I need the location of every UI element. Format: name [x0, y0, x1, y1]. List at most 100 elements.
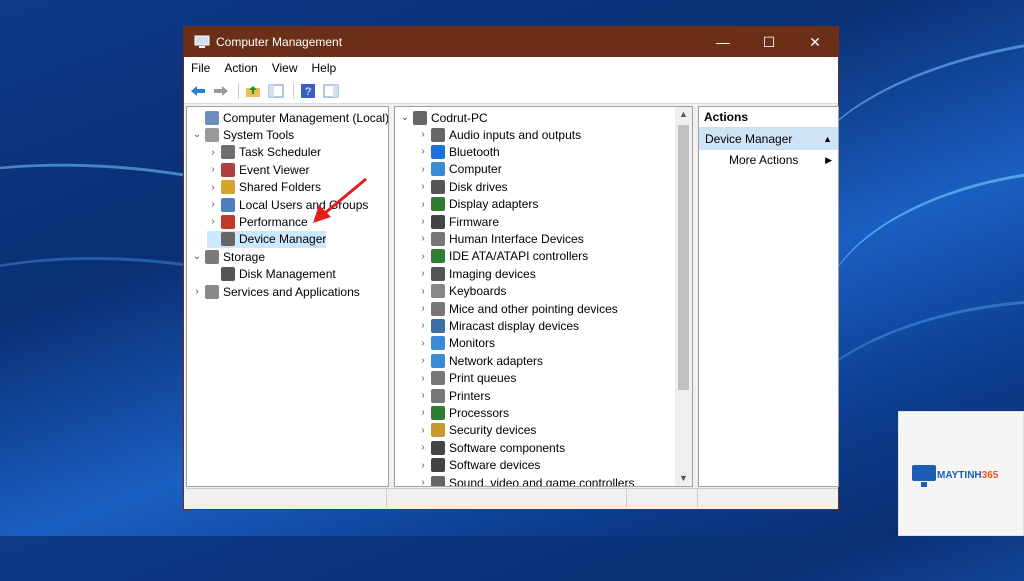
collapse-arrow-icon[interactable]: ⌄: [399, 112, 411, 123]
menu-help[interactable]: Help: [305, 61, 344, 75]
tree-item-services-and-applications[interactable]: › Services and Applications: [191, 283, 360, 300]
device-category-bluetooth[interactable]: › Bluetooth: [417, 143, 500, 160]
device-category-ide-ata-atapi-controllers[interactable]: › IDE ATA/ATAPI controllers: [417, 248, 588, 265]
device-category-icon: [431, 162, 445, 177]
actions-device-manager[interactable]: Device Manager ▲: [699, 128, 838, 150]
device-category-computer[interactable]: › Computer: [417, 161, 502, 178]
expand-arrow-icon[interactable]: ›: [417, 460, 429, 471]
menu-view[interactable]: View: [265, 61, 305, 75]
computer-management-window: Computer Management — ☐ ✕ File Action Vi…: [183, 26, 839, 510]
expand-arrow-icon[interactable]: ›: [417, 320, 429, 331]
expand-arrow-icon[interactable]: ›: [417, 338, 429, 349]
device-category-display-adapters[interactable]: › Display adapters: [417, 196, 538, 213]
expand-arrow-icon[interactable]: ›: [417, 129, 429, 140]
scrollbar-thumb[interactable]: [678, 125, 689, 390]
tree-item-device-manager[interactable]: Device Manager: [207, 230, 327, 248]
expand-arrow-icon[interactable]: ›: [417, 268, 429, 279]
device-category-label: Disk drives: [449, 179, 508, 194]
expand-arrow-icon[interactable]: ›: [417, 373, 429, 384]
back-button[interactable]: [188, 82, 208, 100]
device-category-firmware[interactable]: › Firmware: [417, 213, 499, 230]
window-title: Computer Management: [216, 35, 343, 49]
tree-item-task-scheduler[interactable]: › Task Scheduler: [207, 144, 321, 161]
minimize-button[interactable]: —: [700, 27, 746, 57]
vertical-scrollbar[interactable]: ▲ ▼: [675, 107, 692, 486]
device-category-miracast-display-devices[interactable]: › Miracast display devices: [417, 317, 579, 334]
expand-arrow-icon[interactable]: ⌄: [191, 251, 203, 262]
device-category-security-devices[interactable]: › Security devices: [417, 422, 536, 439]
expand-arrow-icon[interactable]: ›: [417, 355, 429, 366]
expand-arrow-icon[interactable]: ›: [417, 216, 429, 227]
menu-action[interactable]: Action: [217, 61, 264, 75]
help-button[interactable]: ?: [298, 82, 318, 100]
more-actions-item[interactable]: More Actions ▶: [699, 150, 838, 170]
device-category-network-adapters[interactable]: › Network adapters: [417, 352, 543, 369]
expand-arrow-icon[interactable]: ⌄: [191, 129, 203, 140]
device-category-audio-inputs-and-outputs[interactable]: › Audio inputs and outputs: [417, 126, 581, 143]
expand-arrow-icon[interactable]: ›: [417, 477, 429, 486]
expand-arrow-icon[interactable]: ›: [417, 199, 429, 210]
close-button[interactable]: ✕: [792, 27, 838, 57]
show-hide-tree-button[interactable]: [266, 82, 286, 100]
device-category-monitors[interactable]: › Monitors: [417, 335, 495, 352]
tree-item-system-tools[interactable]: ⌄ System Tools: [191, 126, 294, 143]
tree-item-performance[interactable]: › Performance: [207, 213, 308, 230]
expand-arrow-icon[interactable]: ›: [207, 199, 219, 210]
forward-arrow-icon: [214, 86, 228, 96]
tree-item-disk-management[interactable]: Disk Management: [207, 266, 336, 283]
expand-arrow-icon[interactable]: ›: [417, 407, 429, 418]
show-hide-action-pane-button[interactable]: [321, 82, 341, 100]
scroll-up-icon[interactable]: ▲: [679, 109, 688, 119]
tree-item-icon: [205, 110, 219, 125]
submenu-arrow-icon: ▶: [825, 155, 832, 165]
toolbar: ?: [184, 79, 838, 104]
collapse-up-icon[interactable]: ▲: [823, 128, 832, 150]
device-category-software-components[interactable]: › Software components: [417, 439, 565, 456]
expand-arrow-icon[interactable]: ›: [417, 442, 429, 453]
expand-arrow-icon[interactable]: ›: [417, 164, 429, 175]
expand-arrow-icon[interactable]: ›: [191, 286, 203, 297]
expand-arrow-icon[interactable]: ›: [207, 147, 219, 158]
expand-arrow-icon[interactable]: ›: [417, 390, 429, 401]
tree-item-icon: [205, 249, 219, 264]
device-category-print-queues[interactable]: › Print queues: [417, 370, 516, 387]
expand-arrow-icon[interactable]: ›: [207, 164, 219, 175]
expand-arrow-icon[interactable]: ›: [417, 181, 429, 192]
device-category-human-interface-devices[interactable]: › Human Interface Devices: [417, 230, 584, 247]
device-category-label: Printers: [449, 388, 491, 403]
expand-arrow-icon[interactable]: ›: [417, 146, 429, 157]
tree-item-computer-management-local-[interactable]: Computer Management (Local): [191, 109, 389, 126]
tree-item-storage[interactable]: ⌄ Storage: [191, 248, 265, 265]
device-category-printers[interactable]: › Printers: [417, 387, 490, 404]
maximize-button[interactable]: ☐: [746, 27, 792, 57]
expand-arrow-icon[interactable]: ›: [417, 286, 429, 297]
device-category-label: Network adapters: [449, 353, 544, 368]
menu-file[interactable]: File: [184, 61, 217, 75]
tree-item-shared-folders[interactable]: › Shared Folders: [207, 179, 321, 196]
device-category-imaging-devices[interactable]: › Imaging devices: [417, 265, 536, 282]
device-category-label: Display adapters: [449, 197, 539, 212]
expand-arrow-icon[interactable]: ›: [207, 182, 219, 193]
device-category-processors[interactable]: › Processors: [417, 404, 509, 421]
tree-item-label: Shared Folders: [239, 180, 322, 195]
device-category-software-devices[interactable]: › Software devices: [417, 457, 540, 474]
device-category-keyboards[interactable]: › Keyboards: [417, 283, 506, 300]
tree-item-event-viewer[interactable]: › Event Viewer: [207, 161, 309, 178]
device-category-disk-drives[interactable]: › Disk drives: [417, 178, 508, 195]
scroll-down-icon[interactable]: ▼: [679, 473, 688, 483]
tree-item-label: Storage: [223, 249, 266, 264]
forward-button[interactable]: [211, 82, 231, 100]
expand-arrow-icon[interactable]: ›: [417, 303, 429, 314]
device-tree-root[interactable]: ⌄ Codrut-PC: [399, 109, 488, 126]
expand-arrow-icon[interactable]: ›: [417, 251, 429, 262]
tree-item-label: Computer Management (Local): [223, 110, 389, 125]
device-category-sound-video-and-game-controllers[interactable]: › Sound, video and game controllers: [417, 474, 634, 486]
up-one-level-button[interactable]: [243, 82, 263, 100]
expand-arrow-icon[interactable]: ›: [207, 216, 219, 227]
device-category-mice-and-other-pointing-devices[interactable]: › Mice and other pointing devices: [417, 300, 618, 317]
tree-item-icon: [221, 145, 235, 160]
device-category-icon: [431, 371, 445, 386]
expand-arrow-icon[interactable]: ›: [417, 425, 429, 436]
expand-arrow-icon[interactable]: ›: [417, 233, 429, 244]
console-tree-icon: [268, 84, 284, 98]
